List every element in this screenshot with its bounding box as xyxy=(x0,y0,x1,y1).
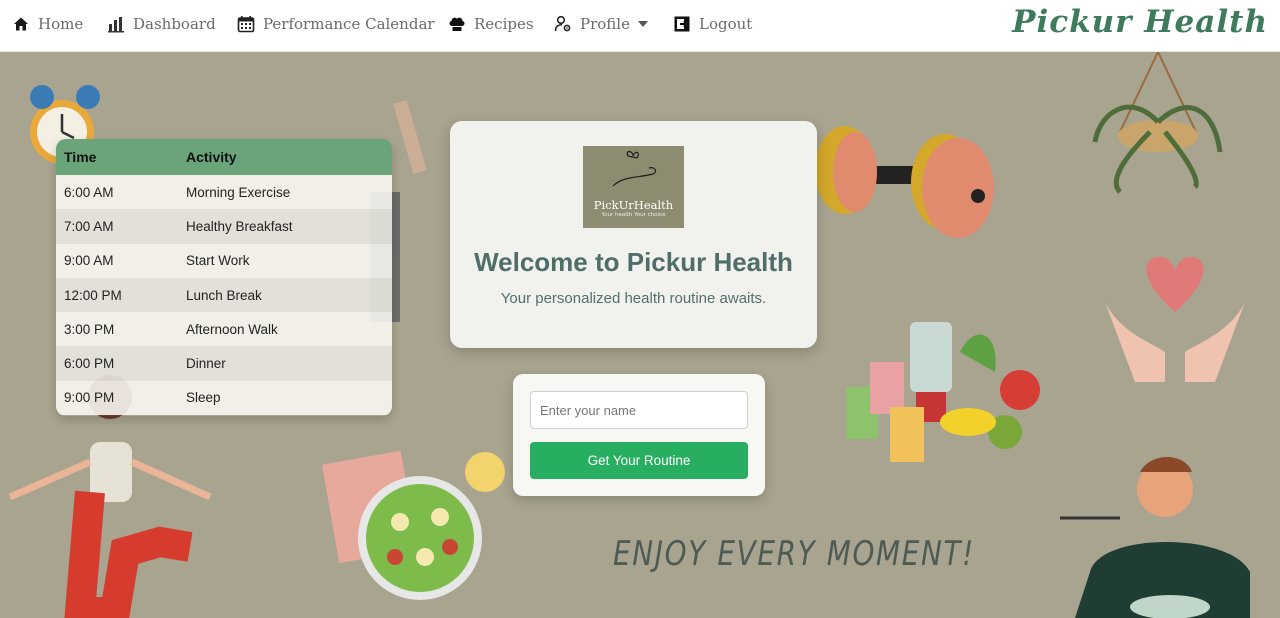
schedule-activity: Lunch Break xyxy=(186,287,262,303)
schedule-activity: Dinner xyxy=(186,356,226,372)
salad-bowl-illustration xyxy=(321,450,505,600)
nav-logout[interactable]: Logout xyxy=(673,15,752,33)
schedule-activity: Healthy Breakfast xyxy=(186,218,293,234)
smoothie-fruits-illustration xyxy=(846,322,1040,462)
daily-schedule-table: Time Activity 6:00 AM Morning Exercise 7… xyxy=(56,139,392,416)
logo-text: PickUrHealth xyxy=(593,198,674,212)
routine-form: Get Your Routine xyxy=(513,374,765,496)
schedule-time: 3:00 PM xyxy=(64,321,115,337)
nav-home[interactable]: Home xyxy=(12,15,83,33)
nav-home-label: Home xyxy=(38,15,84,33)
schedule-time: 7:00 AM xyxy=(64,218,114,234)
bar-chart-icon xyxy=(107,15,125,33)
butterfly-hand-icon xyxy=(612,150,657,187)
top-navbar: Home Dashboard Performance Calendar Reci… xyxy=(0,0,1280,52)
nav-performance-calendar[interactable]: Performance Calendar xyxy=(237,15,435,33)
home-icon xyxy=(12,15,30,33)
schedule-time: 6:00 AM xyxy=(64,184,114,200)
logout-icon xyxy=(673,15,691,33)
hanging-plant-illustration xyxy=(1092,52,1223,194)
nav-recipes-label: Recipes xyxy=(474,15,534,33)
schedule-activity: Sleep xyxy=(186,390,221,406)
dumbbell-illustration xyxy=(815,126,994,238)
man-eating-illustration xyxy=(1060,457,1250,618)
table-row: 9:00 AM Start Work xyxy=(56,243,392,278)
nav-profile-label: Profile xyxy=(580,15,630,33)
schedule-activity: Start Work xyxy=(186,253,250,269)
schedule-activity: Afternoon Walk xyxy=(186,321,278,337)
calendar-icon xyxy=(237,15,255,33)
table-row: 6:00 AM Morning Exercise xyxy=(56,175,392,210)
schedule-time: 9:00 AM xyxy=(64,253,114,269)
column-header-activity: Activity xyxy=(186,149,237,165)
schedule-time: 9:00 PM xyxy=(64,390,115,406)
table-row: 3:00 PM Afternoon Walk xyxy=(56,312,392,347)
get-routine-button[interactable]: Get Your Routine xyxy=(530,442,748,479)
nav-calendar-label: Performance Calendar xyxy=(263,15,435,33)
nav-profile-dropdown[interactable]: Profile xyxy=(554,15,648,33)
table-header-row: Time Activity xyxy=(56,139,392,175)
chef-hat-icon xyxy=(448,15,466,33)
schedule-time: 6:00 PM xyxy=(64,356,115,372)
app-logo: PickUrHealth Your health Your choice xyxy=(583,146,684,228)
logo-tagline: Your health Your choice xyxy=(601,212,666,218)
welcome-title: Welcome to Pickur Health xyxy=(474,247,793,277)
chevron-down-icon xyxy=(637,21,648,27)
column-header-time: Time xyxy=(64,149,97,165)
user-gear-icon xyxy=(554,15,572,33)
table-row: 6:00 PM Dinner xyxy=(56,346,392,381)
table-row: 7:00 AM Healthy Breakfast xyxy=(56,209,392,244)
table-row: 9:00 PM Sleep xyxy=(56,380,392,416)
nav-dashboard-label: Dashboard xyxy=(133,15,216,33)
name-input[interactable] xyxy=(530,391,748,429)
nav-dashboard[interactable]: Dashboard xyxy=(107,15,216,33)
welcome-card: PickUrHealth Your health Your choice Wel… xyxy=(450,121,817,348)
welcome-subtitle: Your personalized health routine awaits. xyxy=(500,290,767,307)
nav-logout-label: Logout xyxy=(699,15,753,33)
enjoy-tagline: ENJOY EVERY MOMENT! xyxy=(613,534,975,574)
schedule-activity: Morning Exercise xyxy=(186,184,291,200)
heart-hands-illustration xyxy=(1105,257,1245,382)
nav-recipes[interactable]: Recipes xyxy=(448,15,534,33)
schedule-time: 12:00 PM xyxy=(64,287,122,303)
table-row: 12:00 PM Lunch Break xyxy=(56,277,392,313)
brand-logo-text[interactable]: Pickur Health xyxy=(1012,4,1268,40)
